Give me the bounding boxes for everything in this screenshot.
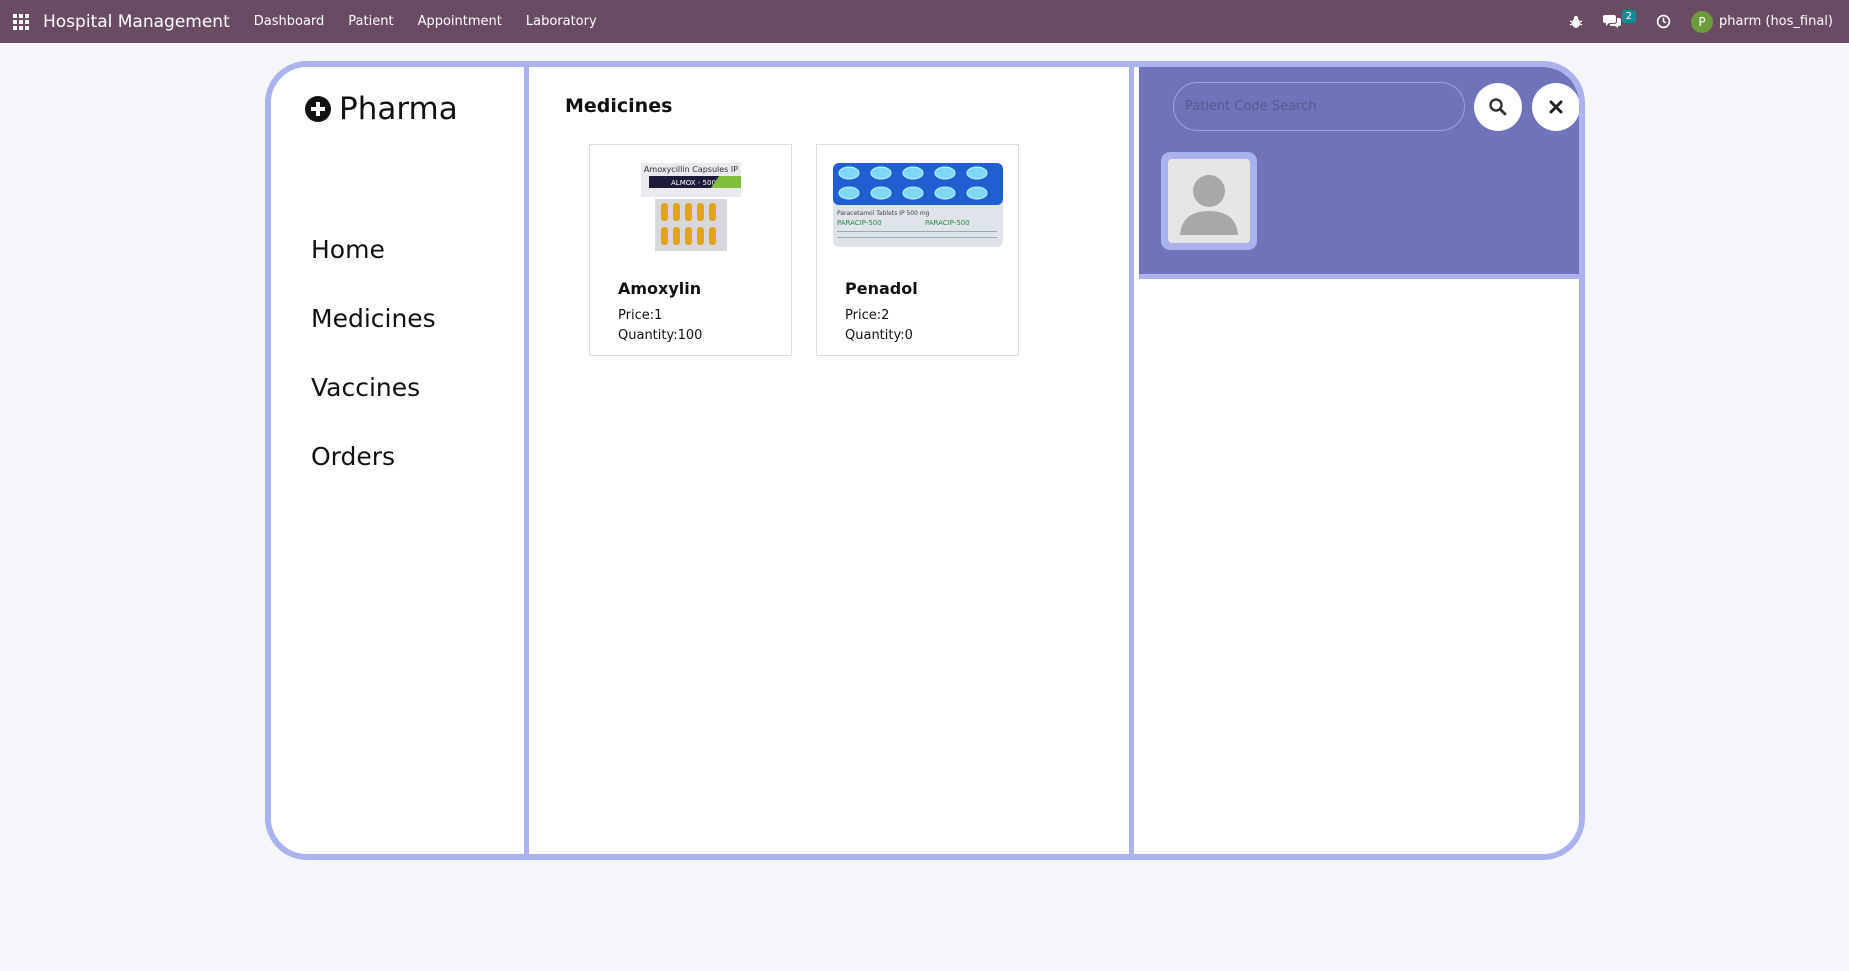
thumb-text: PARACIP-500: [925, 219, 970, 227]
patient-header: [1139, 67, 1579, 279]
medicine-quantity: Quantity:0: [845, 328, 913, 343]
user-name: pharm (hos_final): [1719, 14, 1833, 29]
section-title: Medicines: [565, 95, 673, 117]
nav-patient[interactable]: Patient: [336, 14, 405, 29]
medicines-content: Medicines Amoxycillin Capsules IP ALMOX …: [529, 67, 1134, 854]
medicine-image: Paracetamol Tablets IP 500 mg PARACIP-50…: [817, 163, 1018, 253]
thumb-text: Amoxycillin Capsules IP: [643, 165, 737, 174]
medicine-card[interactable]: Amoxycillin Capsules IP ALMOX - 500 Amox…: [589, 144, 792, 356]
nav-laboratory[interactable]: Laboratory: [514, 14, 609, 29]
apps-grid-icon[interactable]: [13, 13, 29, 30]
patient-avatar: [1161, 152, 1257, 250]
medicine-image: Amoxycillin Capsules IP ALMOX - 500: [590, 163, 791, 253]
search-button[interactable]: [1474, 83, 1522, 131]
search-icon: [1489, 98, 1507, 116]
user-placeholder-icon: [1180, 175, 1238, 235]
plus-circle-icon: [305, 96, 331, 122]
clear-button[interactable]: [1532, 83, 1579, 131]
sidebar-item-medicines[interactable]: Medicines: [311, 304, 436, 333]
bug-icon[interactable]: [1569, 15, 1583, 29]
app-brand[interactable]: Hospital Management: [43, 12, 230, 32]
pharma-frame: Pharma Home Medicines Vaccines Orders Me…: [265, 61, 1585, 860]
pharma-logo: Pharma: [305, 91, 458, 127]
nav-dashboard[interactable]: Dashboard: [242, 14, 337, 29]
navbar-systray: 2 P pharm (hos_final): [1549, 10, 1849, 33]
close-icon: [1549, 100, 1563, 114]
medicine-price: Price:2: [845, 308, 890, 323]
sidebar-item-vaccines[interactable]: Vaccines: [311, 373, 420, 402]
top-navbar: Hospital Management Dashboard Patient Ap…: [0, 0, 1849, 43]
nav-appointment[interactable]: Appointment: [406, 14, 514, 29]
thumb-text: Paracetamol Tablets IP 500 mg: [837, 210, 930, 217]
medicine-name: Amoxylin: [618, 279, 702, 298]
user-menu[interactable]: P pharm (hos_final): [1691, 10, 1833, 33]
nav-menu: Dashboard Patient Appointment Laboratory: [242, 14, 609, 29]
pharma-sidebar: Pharma Home Medicines Vaccines Orders: [271, 67, 529, 854]
medicine-card[interactable]: Paracetamol Tablets IP 500 mg PARACIP-50…: [816, 144, 1019, 356]
patient-panel: [1139, 67, 1579, 854]
patient-code-search-input[interactable]: [1173, 82, 1465, 131]
medicine-quantity: Quantity:100: [618, 328, 703, 343]
thumb-text: PARACIP-500: [837, 219, 882, 227]
clock-icon[interactable]: [1656, 14, 1671, 29]
messages-badge: 2: [1621, 10, 1636, 23]
sidebar-item-orders[interactable]: Orders: [311, 442, 395, 471]
thumb-text: ALMOX - 500: [671, 179, 716, 187]
user-avatar: P: [1691, 10, 1713, 33]
messages-icon[interactable]: 2: [1602, 10, 1636, 29]
medicine-price: Price:1: [618, 308, 663, 323]
logo-text: Pharma: [339, 91, 458, 127]
sidebar-item-home[interactable]: Home: [311, 235, 385, 264]
medicine-name: Penadol: [845, 279, 918, 298]
